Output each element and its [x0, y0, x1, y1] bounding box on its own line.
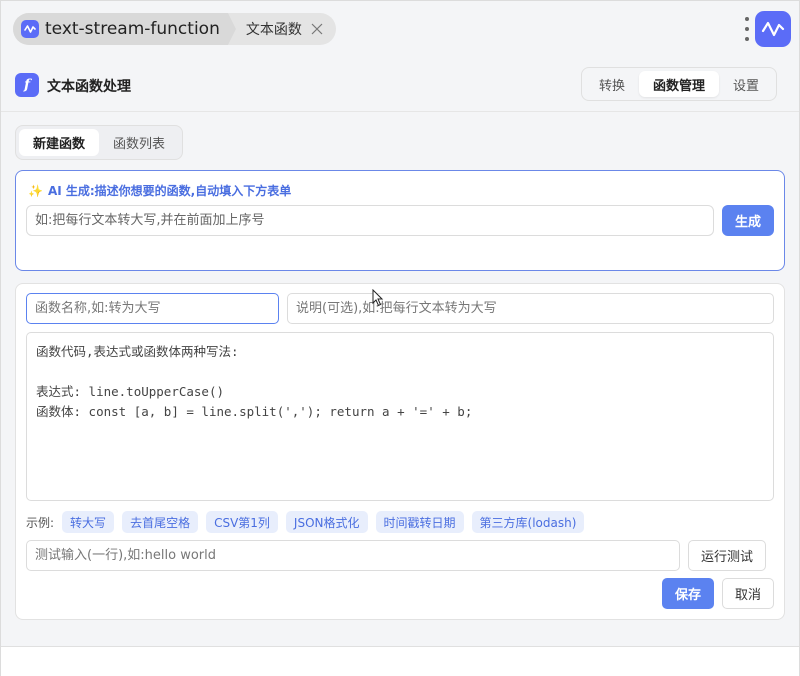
tab-function-manage[interactable]: 函数管理 [639, 71, 720, 97]
function-code-editor[interactable]: 函数代码,表达式或函数体两种写法: 表达式: line.toUpperCase(… [26, 332, 774, 501]
function-icon: f [15, 73, 39, 97]
title-bar: text-stream-function 文本函数 [1, 1, 799, 57]
page-header: f 文本函数处理 转换 函数管理 设置 [1, 57, 799, 112]
ai-heading: ✨ AI 生成:描述你想要的函数,自动填入下方表单 [28, 182, 291, 199]
breadcrumb: text-stream-function 文本函数 [13, 13, 336, 45]
more-menu-icon[interactable] [741, 15, 753, 43]
examples-label: 示例: [26, 515, 55, 530]
function-form: 函数代码,表达式或函数体两种写法: 表达式: line.toUpperCase(… [15, 283, 785, 620]
generate-button[interactable]: 生成 [722, 205, 774, 236]
tab-function-list[interactable]: 函数列表 [99, 129, 179, 156]
function-description-input[interactable] [287, 293, 774, 324]
test-input[interactable] [26, 540, 680, 571]
example-chip[interactable]: JSON格式化 [285, 511, 368, 533]
tab-settings[interactable]: 设置 [719, 71, 773, 97]
example-chip[interactable]: 时间戳转日期 [375, 511, 464, 533]
app-logo-icon[interactable] [755, 11, 791, 47]
footer [1, 647, 799, 676]
breadcrumb-tab[interactable]: 文本函数 [228, 13, 336, 45]
save-button[interactable]: 保存 [662, 578, 714, 609]
app-wave-icon [21, 20, 39, 38]
sub-tabs: 新建函数 函数列表 [15, 125, 184, 160]
example-chip[interactable]: 去首尾空格 [122, 511, 199, 533]
ai-heading-text: AI 生成:描述你想要的函数,自动填入下方表单 [47, 184, 292, 198]
tab-convert[interactable]: 转换 [585, 71, 639, 97]
function-name-input[interactable] [26, 293, 279, 324]
app-name: text-stream-function [45, 19, 220, 39]
example-chip[interactable]: 第三方库(lodash) [471, 511, 585, 533]
mouse-cursor-icon [372, 289, 384, 307]
cancel-button[interactable]: 取消 [722, 578, 774, 609]
breadcrumb-app[interactable]: text-stream-function [13, 13, 236, 45]
ai-prompt-input[interactable] [26, 205, 714, 236]
page-title: 文本函数处理 [47, 79, 131, 95]
close-icon[interactable] [310, 22, 324, 36]
examples-row: 示例: 转大写 去首尾空格 CSV第1列 JSON格式化 时间戳转日期 第三方库… [26, 511, 592, 533]
example-chip[interactable]: CSV第1列 [206, 511, 278, 533]
sparkle-icon: ✨ [28, 183, 43, 198]
example-chip[interactable]: 转大写 [62, 511, 115, 533]
main-tabs: 转换 函数管理 设置 [581, 67, 778, 101]
app-window: text-stream-function 文本函数 f 文本函数处理 转换 函数… [0, 0, 800, 676]
run-test-button[interactable]: 运行测试 [688, 540, 766, 571]
tab-new-function[interactable]: 新建函数 [19, 129, 100, 156]
tab-label: 文本函数 [245, 22, 302, 38]
ai-generate-panel: ✨ AI 生成:描述你想要的函数,自动填入下方表单 生成 [15, 170, 785, 271]
